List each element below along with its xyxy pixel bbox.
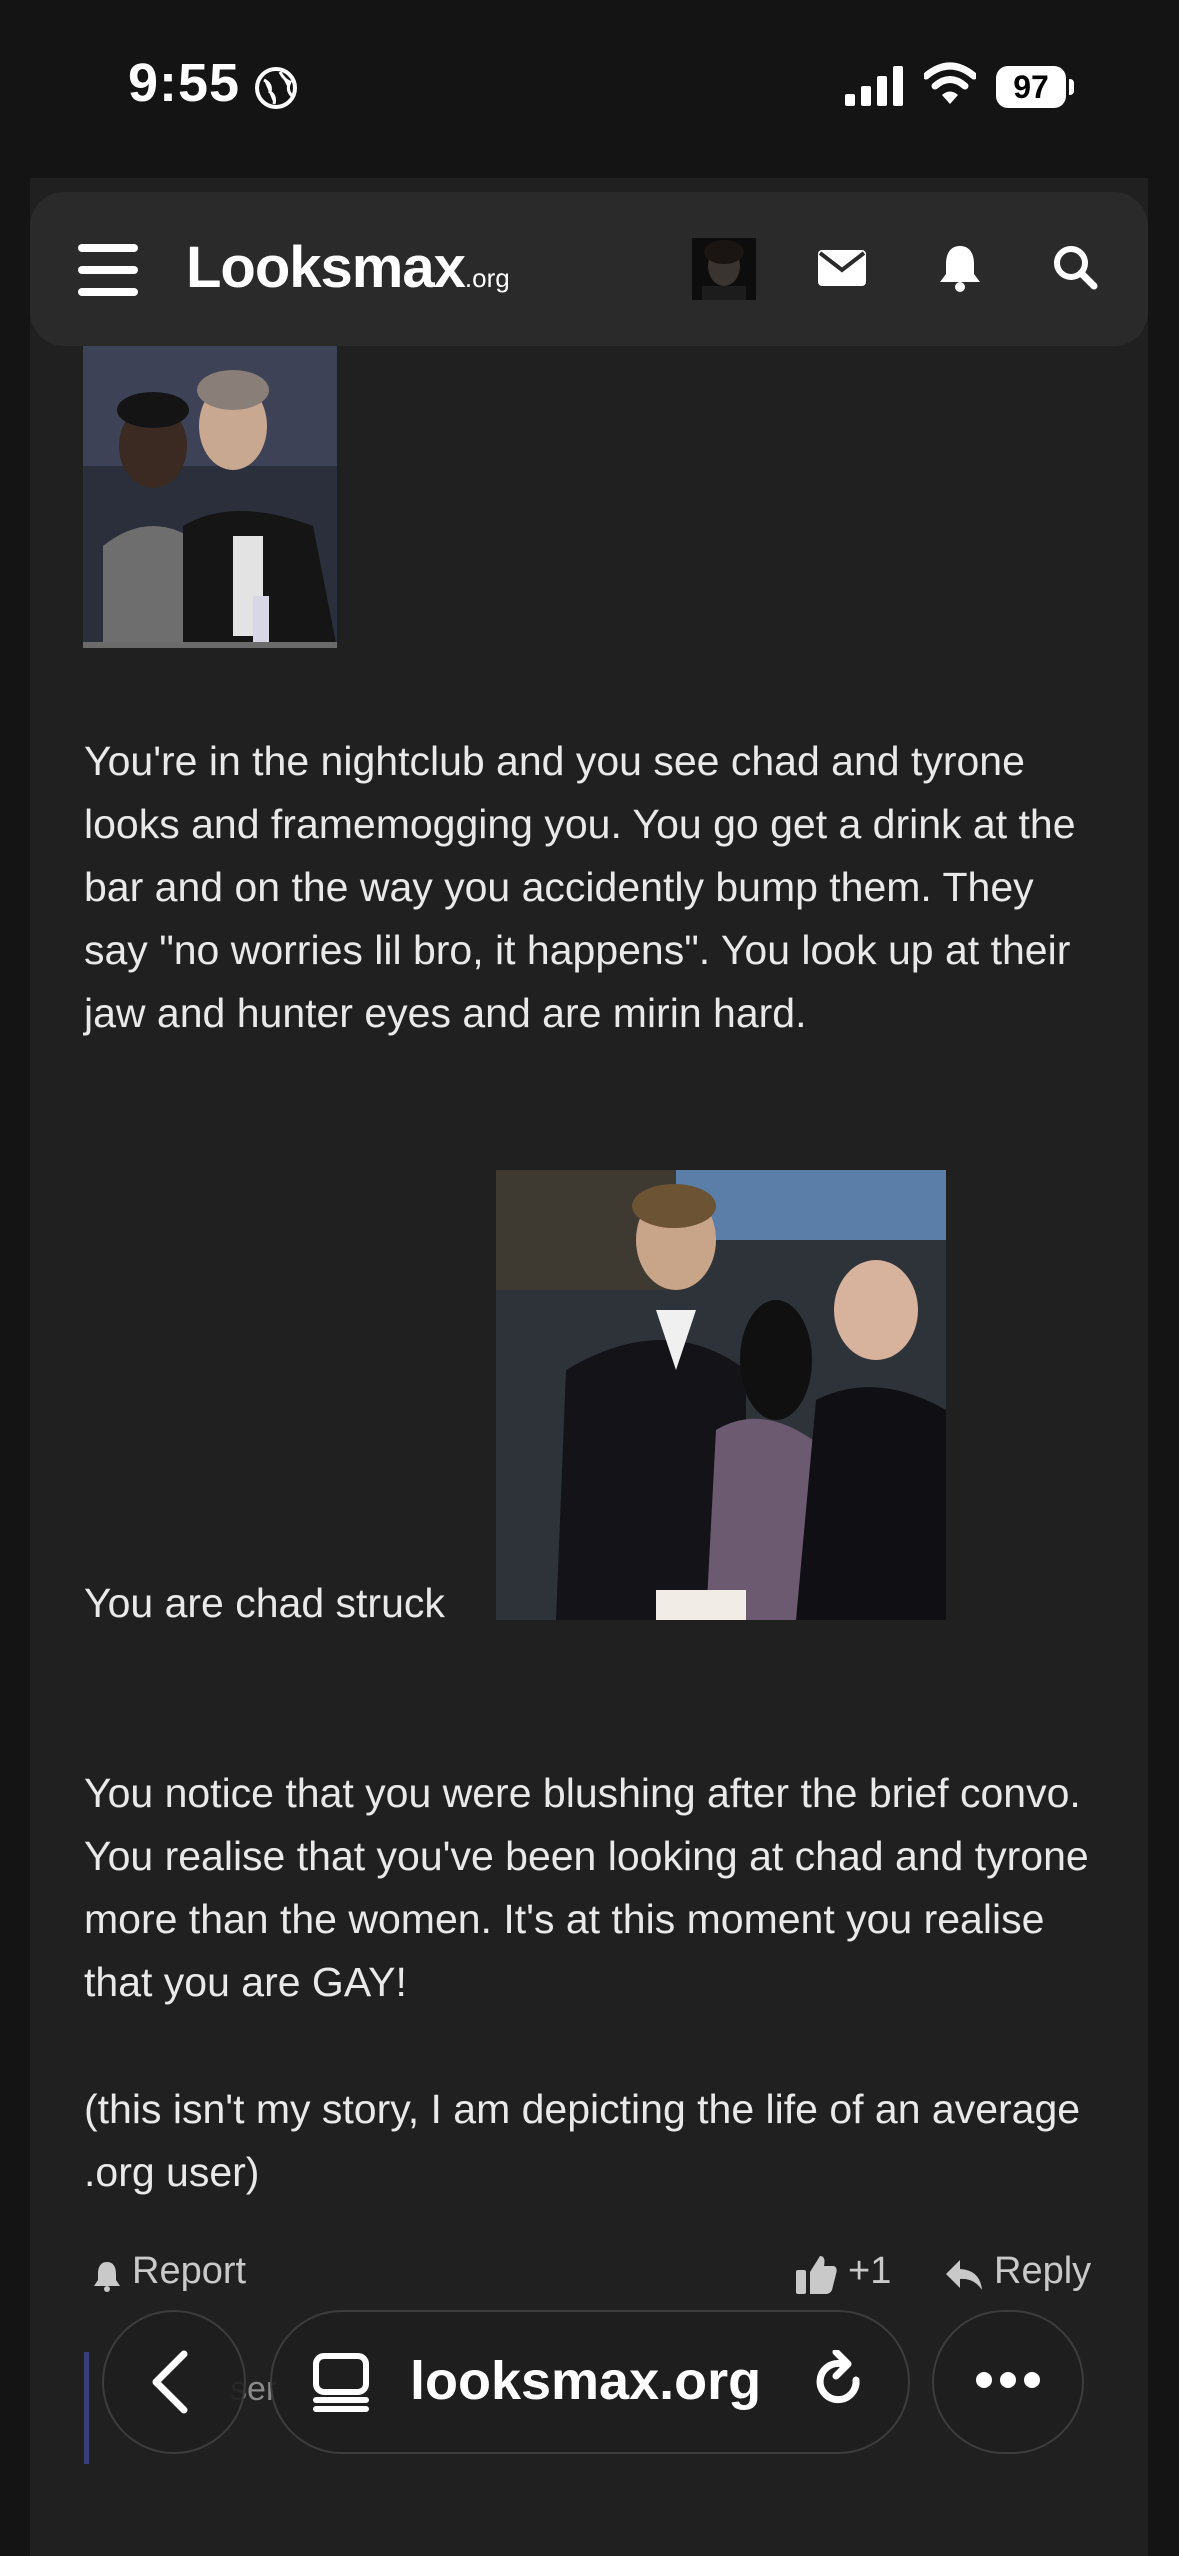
browser-back-button[interactable] [102, 2310, 246, 2454]
post-image-chad-struck[interactable] [496, 1170, 946, 1620]
post-image-nightclub[interactable] [83, 346, 337, 648]
chevron-left-icon [152, 2350, 188, 2414]
globe-icon [255, 67, 297, 109]
more-dots-icon [976, 2372, 1040, 2388]
reload-icon[interactable] [812, 2350, 868, 2414]
quote-bar [84, 2352, 89, 2464]
tabs-icon[interactable] [312, 2352, 370, 2412]
signal-icon [845, 66, 903, 106]
report-bell-icon[interactable] [92, 2260, 122, 2292]
post-paragraph: You're in the nightclub and you see chad… [84, 738, 1076, 1036]
reply-icon[interactable] [944, 2258, 984, 2292]
reply-link[interactable]: Reply [994, 2250, 1091, 2293]
search-icon[interactable] [1052, 244, 1098, 290]
thumbs-up-icon[interactable] [796, 2254, 838, 2294]
bell-icon[interactable] [938, 244, 982, 292]
status-time: 9:55 [128, 53, 241, 113]
report-link[interactable]: Report [132, 2250, 246, 2293]
post-paragraph: (this isn't my story, I am depicting the… [84, 2086, 1081, 2195]
url-text[interactable]: looksmax.org [410, 2350, 761, 2412]
site-logo[interactable]: Looksmax.org [186, 234, 510, 301]
menu-icon[interactable] [78, 244, 138, 296]
wifi-icon [924, 62, 976, 104]
image-caption: You are chad struck [84, 1580, 445, 1626]
site-header: Looksmax.org [30, 192, 1148, 346]
mail-icon[interactable] [818, 250, 866, 286]
browser-url-bar[interactable]: looksmax.org [270, 2310, 910, 2454]
post-paragraph: You notice that you were blushing after … [84, 1770, 1089, 2005]
like-count[interactable]: +1 [848, 2250, 891, 2293]
status-bar: 9:55 97 [0, 0, 1179, 170]
battery-indicator: 97 [996, 66, 1074, 108]
more-options-button[interactable] [932, 2310, 1084, 2454]
avatar[interactable] [692, 238, 756, 300]
